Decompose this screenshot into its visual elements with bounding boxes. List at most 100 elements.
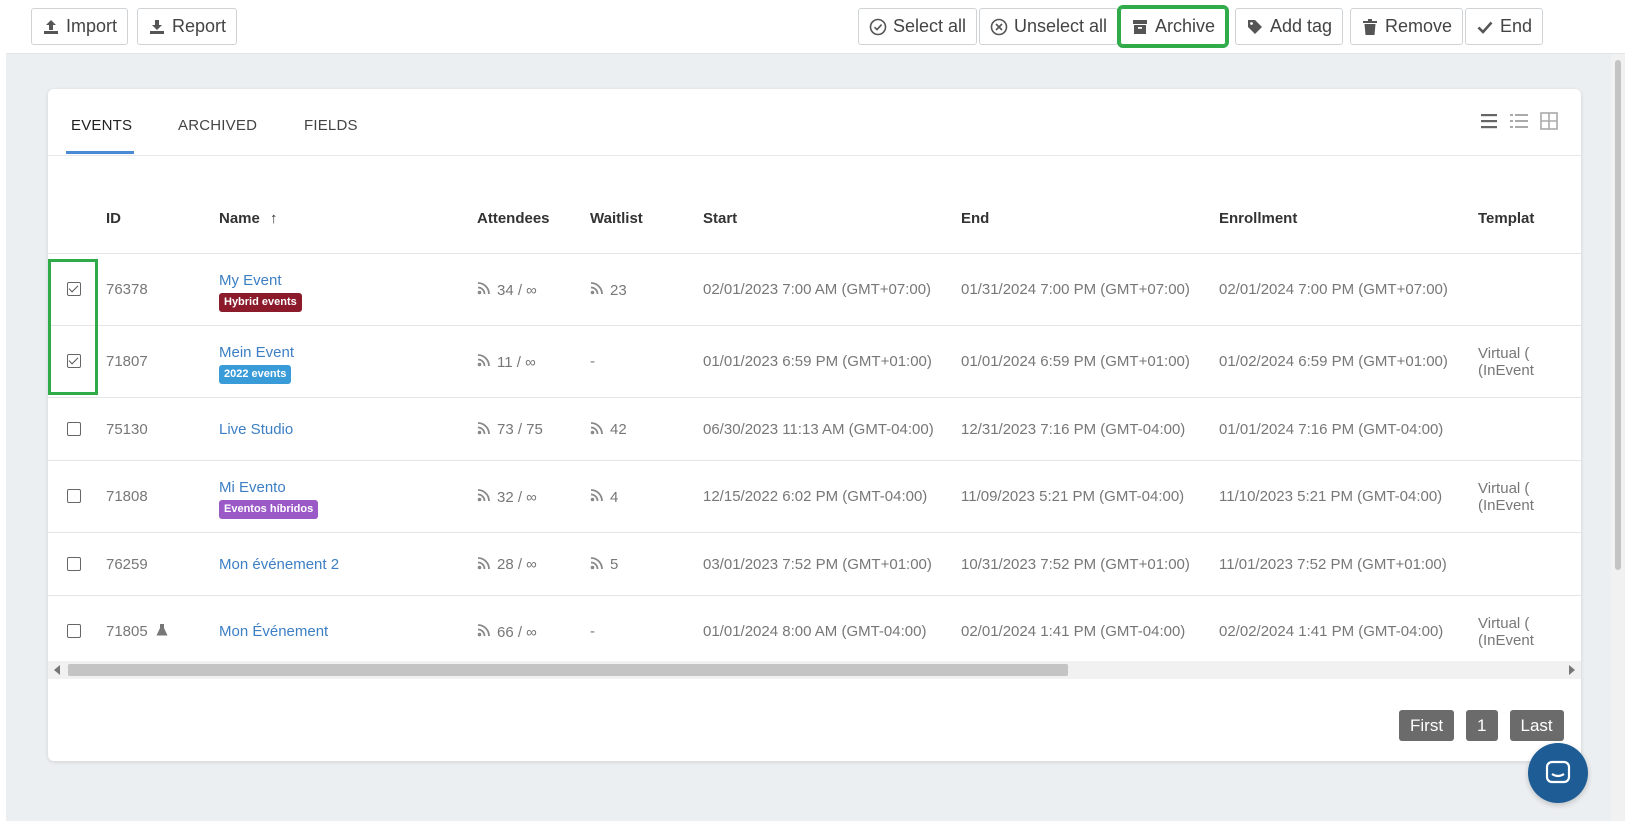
start-date: 12/15/2022 6:02 PM (GMT-04:00) <box>703 488 928 505</box>
template-line-1: Virtual ( <box>1478 345 1530 362</box>
tab-fields[interactable]: FIELDS <box>304 117 358 134</box>
col-header-id[interactable]: ID <box>106 210 121 227</box>
vertical-scrollbar[interactable] <box>1611 54 1625 821</box>
end-date: 02/01/2024 1:41 PM (GMT-04:00) <box>961 623 1186 640</box>
select-all-label: Select all <box>893 16 967 36</box>
table-row[interactable]: 71808 Mi Evento Eventos híbridos 32 / ∞ 4 12/… <box>48 461 1581 533</box>
rss-icon <box>477 488 491 506</box>
template-line-2: (InEvent <box>1478 497 1534 514</box>
col-header-enrollment[interactable]: Enrollment <box>1219 210 1297 227</box>
start-date: 03/01/2023 7:52 PM (GMT+01:00) <box>703 555 932 573</box>
tab-archived[interactable]: ARCHIVED <box>178 117 257 134</box>
enrollment-date: 11/10/2023 5:21 PM (GMT-04:00) <box>1219 488 1443 505</box>
first-page-button[interactable]: First <box>1399 710 1455 741</box>
col-header-attendees[interactable]: Attendees <box>477 210 550 227</box>
col-header-start[interactable]: Start <box>703 210 737 227</box>
event-tag-badge: Eventos híbridos <box>219 500 319 519</box>
select-all-button[interactable]: Select all <box>858 8 978 45</box>
template-cell: Virtual ((InEvent <box>1478 615 1534 649</box>
col-header-template[interactable]: Templat <box>1478 210 1534 227</box>
event-tag-badge: 2022 events <box>219 365 292 384</box>
horizontal-scroll-thumb[interactable] <box>68 664 1068 676</box>
rss-icon <box>590 488 604 506</box>
event-name-link[interactable]: Mon Événement <box>219 623 328 640</box>
event-name-link[interactable]: Mein Event <box>219 344 294 361</box>
event-name-cell: Live Studio <box>219 421 293 438</box>
event-id: 71805 <box>106 623 168 641</box>
start-date: 01/01/2023 6:59 PM (GMT+01:00) <box>703 353 932 370</box>
toolbar: Import Report Select all Unselect all Ar… <box>6 0 1625 54</box>
rss-icon <box>590 421 604 439</box>
table-row[interactable]: 71805 Mon Événement 66 / ∞ - 01/01/2024 8:0… <box>48 596 1581 668</box>
attendees-cell: 66 / ∞ <box>477 623 537 641</box>
col-header-end[interactable]: End <box>961 210 989 227</box>
template-line-2: (InEvent <box>1478 362 1534 379</box>
start-date: 02/01/2023 7:00 AM (GMT+07:00) <box>703 281 932 298</box>
unselect-all-label: Unselect all <box>1014 16 1108 36</box>
detailed-list-view-icon[interactable] <box>1509 111 1529 131</box>
archive-button[interactable]: Archive <box>1116 5 1230 48</box>
event-name-link[interactable]: Mon événement 2 <box>219 556 339 573</box>
waitlist-cell: 5 <box>590 556 618 574</box>
waitlist-cell: - <box>590 623 595 640</box>
row-checkbox[interactable] <box>67 624 81 638</box>
table-row[interactable]: 76259 Mon événement 2 28 / ∞ 5 03/01/2023 7:… <box>48 533 1581 596</box>
horizontal-scrollbar[interactable] <box>48 661 1581 679</box>
add-tag-button[interactable]: Add tag <box>1235 8 1344 45</box>
event-name-link[interactable]: Mi Evento <box>219 479 318 496</box>
enrollment-date: 01/01/2024 7:16 PM (GMT-04:00) <box>1219 420 1444 438</box>
rss-icon <box>477 421 491 439</box>
scroll-right-icon[interactable] <box>1569 665 1575 675</box>
left-edge <box>0 0 6 821</box>
import-button[interactable]: Import <box>31 8 129 45</box>
report-button[interactable]: Report <box>137 8 238 45</box>
tab-events[interactable]: EVENTS <box>71 117 132 134</box>
table-row[interactable]: 71807 Mein Event 2022 events 11 / ∞ - 01/01/2… <box>48 326 1581 398</box>
event-name-cell: Mon événement 2 <box>219 556 339 573</box>
row-checkbox[interactable] <box>67 354 81 368</box>
chat-launcher-button[interactable] <box>1528 743 1588 803</box>
event-id: 71808 <box>106 488 148 505</box>
rss-icon <box>477 623 491 641</box>
row-checkbox[interactable] <box>67 489 81 503</box>
attendees-cell: 34 / ∞ <box>477 281 537 299</box>
row-checkbox[interactable] <box>67 282 81 296</box>
unselect-all-button[interactable]: Unselect all <box>979 8 1119 45</box>
waitlist-cell: 23 <box>590 281 627 299</box>
flask-icon <box>156 623 168 641</box>
list-view-icon[interactable] <box>1479 111 1499 131</box>
start-date: 01/01/2024 8:00 AM (GMT-04:00) <box>703 623 927 640</box>
page-1-button[interactable]: 1 <box>1466 710 1498 741</box>
rss-icon <box>590 556 604 574</box>
end-label: End <box>1500 16 1533 36</box>
col-header-waitlist[interactable]: Waitlist <box>590 210 643 227</box>
tag-icon <box>1248 19 1262 34</box>
col-header-name-label: Name <box>219 210 260 227</box>
end-date: 01/01/2024 6:59 PM (GMT+01:00) <box>961 353 1190 370</box>
table-row[interactable]: 75130 Live Studio 73 / 75 42 06/30/2023 11:1… <box>48 398 1581 461</box>
grid-view-icon[interactable] <box>1539 111 1559 131</box>
report-label: Report <box>172 16 227 36</box>
end-button[interactable]: End <box>1465 8 1544 45</box>
row-checkbox[interactable] <box>67 556 81 571</box>
scroll-left-icon[interactable] <box>54 665 60 675</box>
enrollment-date: 11/01/2023 7:52 PM (GMT+01:00) <box>1219 555 1447 573</box>
import-label: Import <box>66 16 118 36</box>
vertical-scroll-thumb[interactable] <box>1615 60 1621 570</box>
event-name-link[interactable]: Live Studio <box>219 421 293 438</box>
row-checkbox[interactable] <box>67 421 81 436</box>
waitlist-cell: 42 <box>590 421 627 439</box>
event-name-cell: Mi Evento Eventos híbridos <box>219 479 319 519</box>
end-date: 12/31/2023 7:16 PM (GMT-04:00) <box>961 420 1186 438</box>
table-row[interactable]: 76378 My Event Hybrid events 34 / ∞ 23 02/01/… <box>48 254 1581 326</box>
event-name-cell: Mon Événement <box>219 623 328 640</box>
col-header-name[interactable]: Name ↑ <box>219 210 278 227</box>
remove-button[interactable]: Remove <box>1350 8 1464 45</box>
last-page-button[interactable]: Last <box>1509 710 1564 741</box>
template-cell: Virtual ((InEvent <box>1478 480 1534 514</box>
template-line-2: (InEvent <box>1478 632 1534 649</box>
event-name-link[interactable]: My Event <box>219 272 302 289</box>
event-tag-badge: Hybrid events <box>219 293 302 312</box>
end-date: 11/09/2023 5:21 PM (GMT-04:00) <box>961 488 1185 505</box>
check-circle-icon <box>869 18 887 35</box>
